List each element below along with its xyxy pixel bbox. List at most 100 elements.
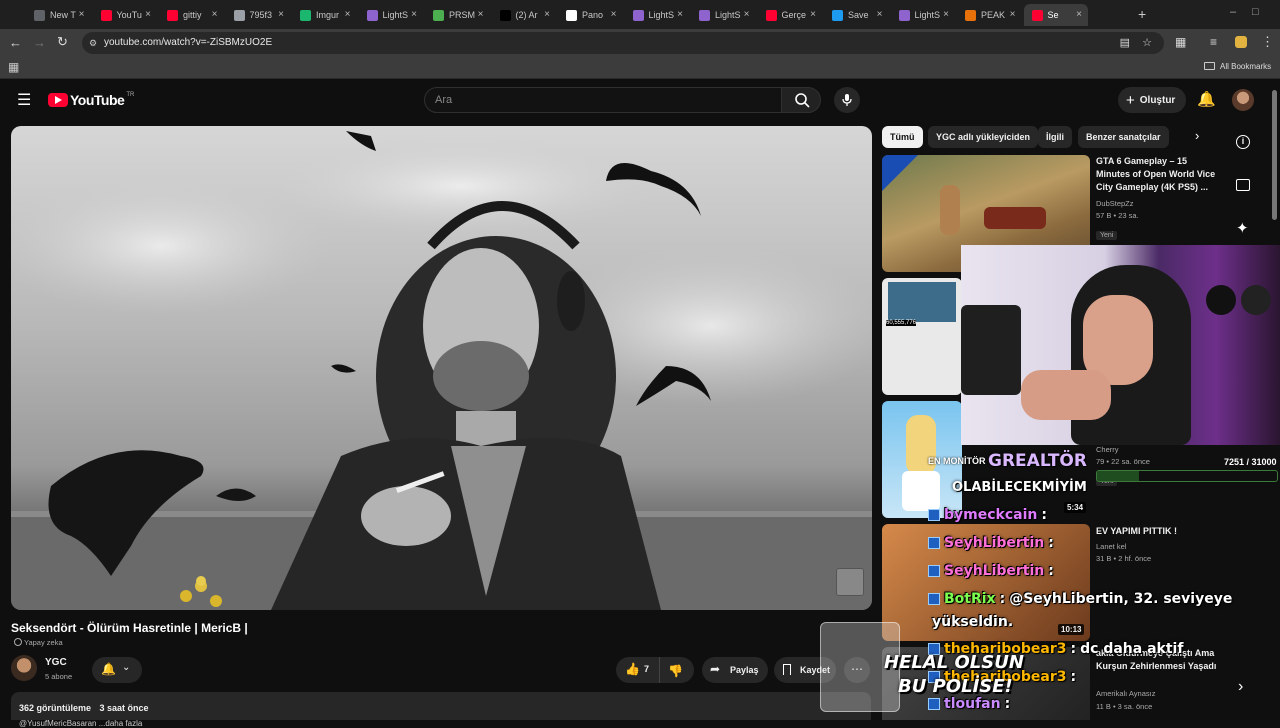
notifications-bell-icon[interactable]: 🔔 — [1197, 90, 1216, 108]
rec-meta-3: 79 • 22 sa. önce — [1096, 457, 1150, 466]
tab-close-icon[interactable]: × — [411, 9, 417, 20]
reload-icon[interactable]: ↻ — [57, 34, 68, 50]
next-arrow-icon[interactable]: › — [1238, 678, 1243, 696]
tab-close-icon[interactable]: × — [611, 9, 617, 20]
all-bookmarks-label[interactable]: All Bookmarks — [1220, 62, 1271, 71]
rec-views-4: 31 B — [1096, 554, 1112, 563]
maximize-icon[interactable]: □ — [1252, 6, 1259, 18]
browser-tab[interactable]: Se × — [1023, 4, 1088, 26]
browser-tab[interactable]: LightS × — [359, 4, 424, 26]
browser-menu-icon[interactable]: ⋮ — [1261, 34, 1274, 50]
browser-tab[interactable]: LightS × — [891, 4, 956, 26]
description-box[interactable]: 362 görüntüleme 3 saat önce @YusufMericB… — [11, 692, 871, 728]
youtube-logo[interactable]: YouTube TR — [48, 92, 134, 108]
chat-separator: : — [999, 591, 1006, 607]
rec-meta-4: 31 B • 2 hf. önce — [1096, 554, 1152, 563]
region-code: TR — [126, 92, 135, 98]
video-player[interactable] — [11, 126, 872, 610]
browser-tab[interactable]: Imgur × — [292, 4, 357, 26]
channel-name[interactable]: YGC — [45, 657, 67, 668]
user-avatar[interactable] — [1232, 89, 1254, 111]
chip-related[interactable]: İlgili — [1038, 126, 1072, 148]
new-tab-icon[interactable]: + — [1138, 6, 1146, 22]
apps-grid-icon[interactable]: ▦ — [8, 60, 19, 74]
chat-badge-icon — [928, 537, 940, 549]
browser-tab[interactable]: YouTu × — [93, 4, 158, 26]
forward-icon[interactable]: → — [33, 35, 46, 50]
extensions-icon[interactable]: ▦ — [1175, 35, 1186, 49]
tab-close-icon[interactable]: × — [943, 9, 949, 20]
chip-from-uploader[interactable]: YGC adlı yükleyiciden — [928, 126, 1039, 148]
tab-favicon-icon — [1031, 9, 1043, 21]
tab-close-icon[interactable]: × — [677, 9, 683, 20]
browser-tab[interactable]: LightS × — [625, 4, 690, 26]
reading-list-icon[interactable]: ≡ — [1210, 35, 1217, 49]
rec-title-4[interactable]: EV YAPIMI PITTIK ! — [1096, 525, 1221, 538]
scrollbar[interactable] — [1272, 90, 1277, 220]
search-placeholder: Ara — [435, 94, 453, 106]
video-frame — [11, 131, 872, 610]
chat-separator: : — [1048, 563, 1054, 579]
browser-tab[interactable]: LightS × — [691, 4, 756, 26]
browser-tab[interactable]: New T × — [26, 4, 91, 26]
tab-close-icon[interactable]: × — [345, 9, 351, 20]
subscribe-notification-button[interactable]: 🔔 ⌄ — [92, 657, 142, 683]
tab-close-icon[interactable]: × — [212, 9, 218, 20]
sparkle-icon[interactable]: ✦ — [1236, 219, 1249, 237]
share-button[interactable]: ➦ Paylaş — [702, 657, 768, 683]
search-icon — [795, 93, 810, 108]
create-label: Oluştur — [1139, 94, 1176, 106]
rec-age-3: 22 sa. önce — [1111, 457, 1150, 466]
browser-tab[interactable]: (2) Ar × — [492, 4, 557, 26]
youtube-header: ☰ YouTube TR Ara + Oluştur 🔔 — [0, 80, 1280, 120]
browser-tab[interactable]: 795f3 × — [226, 4, 291, 26]
bookmark-star-icon[interactable]: ☆ — [1142, 32, 1152, 54]
hamburger-menu-icon[interactable]: ☰ — [17, 90, 31, 110]
browser-tab[interactable]: gittiy × — [159, 4, 224, 26]
minimize-icon[interactable]: – — [1230, 6, 1236, 18]
chip-all[interactable]: Tümü — [882, 126, 923, 148]
folder-icon[interactable] — [1204, 62, 1215, 70]
tab-close-icon[interactable]: × — [278, 9, 284, 20]
rec-channel-4[interactable]: Lanet kel — [1096, 542, 1126, 551]
info-circle-icon[interactable]: i — [1236, 135, 1250, 149]
channel-avatar[interactable] — [11, 655, 37, 681]
install-icon[interactable]: ▤ — [1120, 32, 1130, 54]
chat-icon[interactable] — [1236, 179, 1250, 191]
chips-next-icon[interactable]: › — [1195, 128, 1199, 143]
tab-close-icon[interactable]: × — [478, 9, 484, 20]
voice-search-button[interactable] — [834, 87, 860, 113]
browser-tab[interactable]: Pano × — [558, 4, 623, 26]
dislike-button[interactable]: 👎 — [668, 662, 683, 680]
browser-tab[interactable]: PEAK × — [957, 4, 1022, 26]
tab-close-icon[interactable]: × — [544, 9, 550, 20]
rec-title-1[interactable]: GTA 6 Gameplay – 15 Minutes of Open Worl… — [1096, 155, 1221, 194]
tab-close-icon[interactable]: × — [145, 9, 151, 20]
rec-channel-5[interactable]: Amerikalı Aynasız — [1096, 689, 1155, 698]
create-button[interactable]: + Oluştur — [1118, 87, 1186, 113]
tab-close-icon[interactable]: × — [79, 9, 85, 20]
channel-watermark-thumbnail[interactable] — [836, 568, 864, 596]
browser-tab[interactable]: Save × — [824, 4, 889, 26]
rec-channel-1[interactable]: DubStepZz — [1096, 199, 1134, 208]
browser-tab[interactable]: PRSM × — [425, 4, 490, 26]
profile-icon[interactable] — [1235, 36, 1247, 48]
tab-favicon-icon — [965, 9, 976, 21]
site-info-icon[interactable]: ⚙ — [89, 32, 97, 54]
tab-close-icon[interactable]: × — [877, 9, 883, 20]
tab-close-icon[interactable]: × — [744, 9, 750, 20]
back-icon[interactable]: ← — [9, 35, 22, 50]
chat-message: yükseldin. — [932, 614, 1014, 630]
address-bar[interactable]: ⚙ youtube.com/watch?v=-ZiSBMzUO2E ▤ ☆ — [82, 32, 1164, 54]
search-input[interactable]: Ara — [424, 87, 782, 113]
browser-tab[interactable]: Gerçe × — [758, 4, 823, 26]
monitor-count: 60,555,776 — [886, 320, 917, 326]
tab-close-icon[interactable]: × — [810, 9, 816, 20]
tab-close-icon[interactable]: × — [1010, 9, 1016, 20]
search-button[interactable] — [781, 87, 821, 113]
rec-thumbnail-2[interactable]: 60,555,776 — [882, 278, 962, 395]
rec-channel-3[interactable]: Cherry — [1096, 445, 1119, 454]
tab-close-icon[interactable]: × — [1076, 9, 1082, 20]
like-button[interactable]: 👍 7 — [616, 657, 660, 683]
chip-similar-artists[interactable]: Benzer sanatçılar — [1078, 126, 1169, 148]
